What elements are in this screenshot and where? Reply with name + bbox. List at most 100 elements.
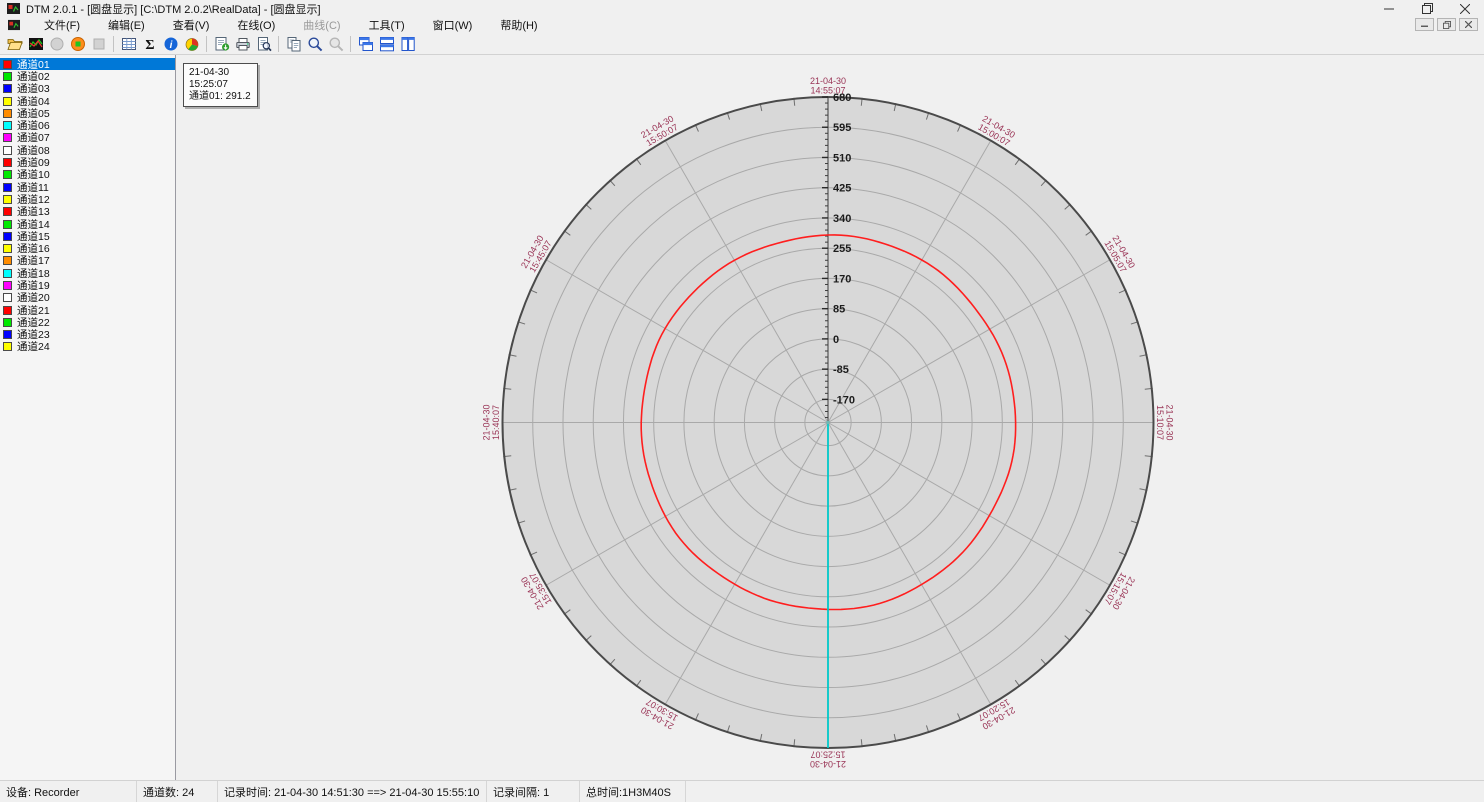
channel-color-swatch [3,60,12,69]
toolbar-statistics-sigma-button[interactable]: Σ [139,34,160,54]
svg-text:595: 595 [833,122,851,134]
toolbar-copy-button[interactable] [283,34,304,54]
channel-color-swatch [3,158,12,167]
channel-color-swatch [3,146,12,155]
menu-edit[interactable]: 编辑(E) [94,16,159,34]
status-device: 设备: Recorder [0,781,137,802]
play-icon [49,36,65,52]
record-icon [70,36,86,52]
toolbar-info-button[interactable]: i [160,34,181,54]
menu-window[interactable]: 窗口(W) [419,16,487,34]
channel-color-swatch [3,109,12,118]
disc-chart-area[interactable]: -170-8508517025534042551059568021-04-301… [177,55,1484,780]
data-table-icon [121,36,137,52]
toolbar-stop-button [88,34,109,54]
channel-color-swatch [3,183,12,192]
toolbar-cascade-windows-button[interactable] [355,34,376,54]
print-icon [235,36,251,52]
cascade-windows-icon [358,36,374,52]
mdi-minimize-icon [1421,21,1428,28]
channel-label: 通道24 [17,339,50,354]
tooltip-channel-value: 通道01: 291.2 [189,91,251,103]
tile-horizontal-icon [379,36,395,52]
status-channel-count: 通道数: 24 [137,781,218,802]
toolbar-curve-display-button[interactable] [25,34,46,54]
menu-tools[interactable]: 工具(T) [355,16,419,34]
toolbar-open-file-button[interactable] [4,34,25,54]
svg-text:21-04-3015:40:07: 21-04-3015:40:07 [482,404,502,440]
channel-color-swatch [3,269,12,278]
channel-color-swatch [3,232,12,241]
channel-color-swatch [3,121,12,130]
channel-color-swatch [3,170,12,179]
toolbar-record-button[interactable] [67,34,88,54]
toolbar-tile-horizontal-button[interactable] [376,34,397,54]
restore-button[interactable] [1408,0,1446,17]
channel-color-swatch [3,97,12,106]
toolbar-tile-vertical-button[interactable] [397,34,418,54]
channel-list-item-24[interactable]: 通道24 [0,341,175,353]
menu-view[interactable]: 查看(V) [159,16,224,34]
toolbar-play-button [46,34,67,54]
svg-text:Σ: Σ [145,38,154,52]
toolbar-export-image-button[interactable] [211,34,232,54]
export-image-icon [214,36,230,52]
svg-text:0: 0 [833,334,839,346]
svg-text:-170: -170 [833,394,855,406]
channel-color-swatch [3,256,12,265]
toolbar-data-table-button[interactable] [118,34,139,54]
toolbar-print-preview-button[interactable] [253,34,274,54]
menu-file[interactable]: 文件(F) [30,16,94,34]
channel-color-swatch [3,84,12,93]
svg-text:i: i [169,40,172,51]
curve-display-icon [28,36,44,52]
open-file-icon [7,36,23,52]
menu-bar-items: 文件(F)编辑(E)查看(V)在线(O)曲线(C)工具(T)窗口(W)帮助(H) [30,16,552,34]
polar-chart[interactable]: -170-8508517025534042551059568021-04-301… [177,55,1484,780]
toolbar-separator [350,36,351,52]
svg-text:21-04-3015:10:07: 21-04-3015:10:07 [1155,404,1175,440]
window-title: DTM 2.0.1 - [圆盘显示] [C:\DTM 2.0.2\RealDat… [26,1,321,17]
minimize-icon [1384,4,1394,14]
stop-icon [91,36,107,52]
menu-curve: 曲线(C) [289,16,354,34]
toolbar-zoom-in-button[interactable] [304,34,325,54]
svg-text:21-04-3014:55:07: 21-04-3014:55:07 [810,76,846,96]
svg-text:85: 85 [833,304,845,316]
channel-color-swatch [3,133,12,142]
mdi-minimize-button[interactable] [1415,18,1434,31]
status-record-interval: 记录间隔: 1 [487,781,580,802]
tile-vertical-icon [400,36,416,52]
channel-color-swatch [3,318,12,327]
status-total-time: 总时间:1H3M40S [580,781,686,802]
app-window: DTM 2.0.1 - [圆盘显示] [C:\DTM 2.0.2\RealDat… [0,0,1484,802]
status-record-time: 记录时间: 21-04-30 14:51:30 ==> 21-04-30 15:… [218,781,487,802]
toolbar-print-button[interactable] [232,34,253,54]
svg-text:-85: -85 [833,364,849,376]
channel-color-swatch [3,306,12,315]
restore-icon [1422,3,1433,14]
svg-text:340: 340 [833,213,851,225]
channel-list-panel: 通道01通道02通道03通道04通道05通道06通道07通道08通道09通道10… [0,55,176,780]
menu-online[interactable]: 在线(O) [223,16,289,34]
status-bar: 设备: Recorder 通道数: 24 记录时间: 21-04-30 14:5… [0,780,1484,802]
close-button[interactable] [1446,0,1484,17]
mdi-window-buttons [1415,18,1478,31]
menu-help[interactable]: 帮助(H) [486,16,551,34]
channel-color-swatch [3,293,12,302]
mdi-close-button[interactable] [1459,18,1478,31]
toolbar-pie-chart-button[interactable] [181,34,202,54]
svg-text:170: 170 [833,273,851,285]
statistics-sigma-icon: Σ [142,36,158,52]
toolbar: Σi [0,33,1484,55]
channel-color-swatch [3,244,12,253]
channel-color-swatch [3,195,12,204]
content: 通道01通道02通道03通道04通道05通道06通道07通道08通道09通道10… [0,55,1484,780]
channel-color-swatch [3,72,12,81]
minimize-button[interactable] [1370,0,1408,17]
value-tooltip: 21-04-30 15:25:07 通道01: 291.2 [183,63,258,107]
print-preview-icon [256,36,272,52]
svg-text:21-04-3015:25:07: 21-04-3015:25:07 [810,750,846,770]
mdi-child-icon [8,19,20,31]
mdi-restore-button[interactable] [1437,18,1456,31]
